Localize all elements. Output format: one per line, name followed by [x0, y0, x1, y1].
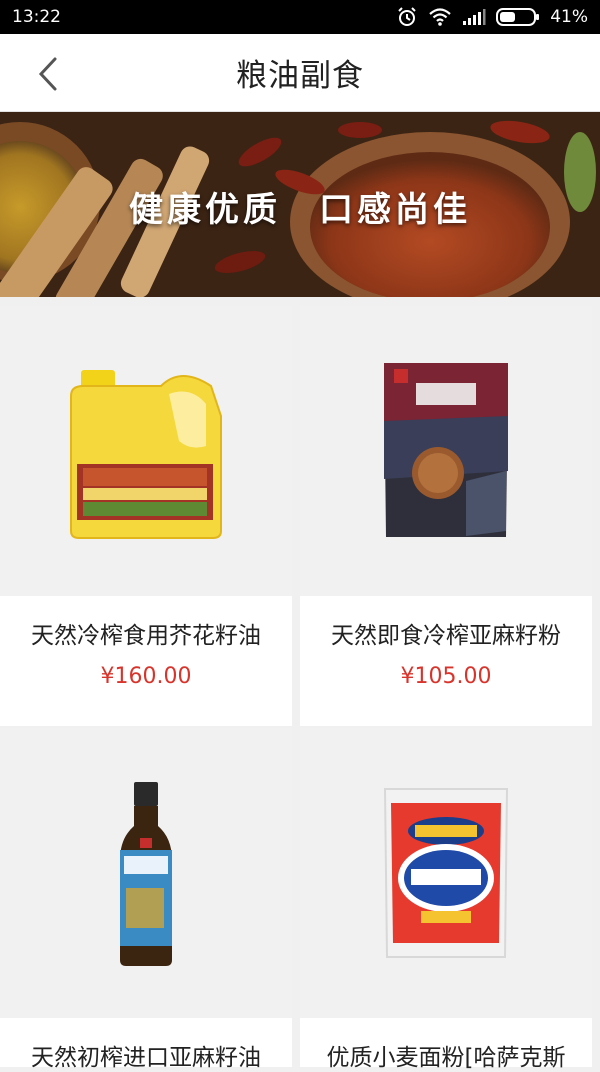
- status-icons: 41%: [396, 6, 588, 28]
- signal-icon: [463, 9, 486, 25]
- wheat-flour-bag-image: [383, 788, 509, 958]
- battery-percent: 41%: [550, 7, 588, 27]
- product-price: ¥105.00: [400, 664, 492, 689]
- wifi-icon: [429, 8, 451, 26]
- flaxseed-pouch-image: [384, 363, 508, 537]
- product-card[interactable]: 优质小麦面粉[哈萨克斯: [300, 728, 592, 1071]
- product-image: [0, 728, 292, 1018]
- back-button[interactable]: [26, 52, 70, 96]
- canola-oil-jug-image: [70, 370, 222, 539]
- product-name: 天然冷榨食用芥花籽油: [31, 623, 261, 649]
- flaxseed-oil-bottle-image: [120, 782, 172, 966]
- status-bar: 13:22 41%: [0, 0, 600, 34]
- chevron-left-icon: [38, 57, 57, 91]
- battery-icon: [496, 8, 540, 26]
- status-time: 13:22: [12, 7, 61, 27]
- product-price: ¥160.00: [100, 664, 192, 689]
- product-image: [0, 306, 292, 596]
- alarm-icon: [398, 7, 416, 26]
- category-banner: 健康优质 口感尚佳: [0, 112, 600, 297]
- banner-slogan: 健康优质 口感尚佳: [129, 190, 471, 230]
- nav-bar: 粮油副食: [0, 34, 600, 112]
- page-title: 粮油副食: [236, 58, 364, 94]
- product-card[interactable]: 天然即食冷榨亚麻籽粉 ¥105.00: [300, 306, 592, 726]
- product-card[interactable]: 天然初榨进口亚麻籽油: [0, 728, 292, 1071]
- product-image: [300, 728, 592, 1018]
- product-image: [300, 306, 592, 596]
- product-name: 天然即食冷榨亚麻籽粉: [331, 623, 561, 649]
- product-card[interactable]: 天然冷榨食用芥花籽油 ¥160.00: [0, 306, 292, 726]
